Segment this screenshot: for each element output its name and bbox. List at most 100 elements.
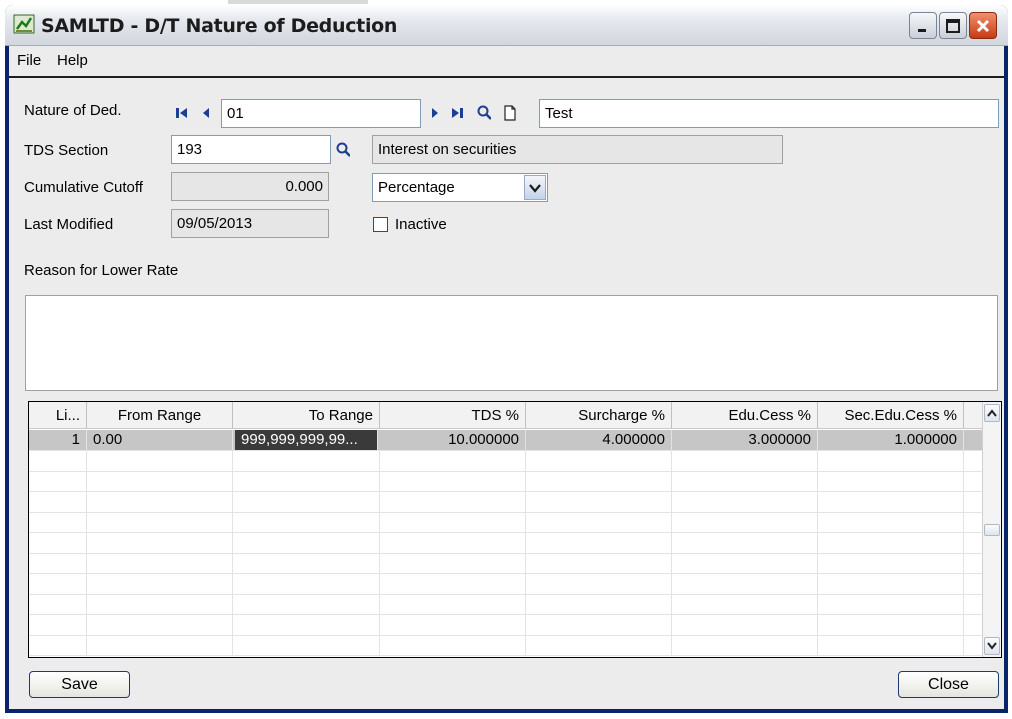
grid-column-divider (963, 573, 964, 594)
app-icon (13, 14, 35, 34)
grid-column-divider (525, 573, 526, 594)
column-header-sec-edu-cess-percent[interactable]: Sec.Edu.Cess % (818, 402, 964, 428)
cutoff-type-select[interactable]: Percentage (372, 173, 548, 202)
column-header-edu-cess-percent[interactable]: Edu.Cess % (672, 402, 818, 428)
grid-column-divider (525, 553, 526, 573)
grid-column-divider (671, 471, 672, 491)
grid-column-divider (379, 553, 380, 573)
grid-column-divider (232, 553, 233, 573)
cell-edu-cess-percent[interactable]: 3.000000 (672, 430, 818, 450)
grid-column-divider (671, 532, 672, 553)
column-header-from-range[interactable]: From Range (87, 402, 233, 428)
nature-code-input[interactable]: 01 (221, 99, 421, 128)
grid-column-divider (671, 512, 672, 532)
empty-table-row[interactable] (29, 635, 984, 656)
cumulative-cutoff-label: Cumulative Cutoff (24, 179, 143, 196)
last-record-button[interactable] (450, 105, 464, 121)
column-header-surcharge-percent[interactable]: Surcharge % (526, 402, 672, 428)
next-record-button[interactable] (428, 105, 442, 121)
grid-column-divider (963, 594, 964, 614)
grid-column-divider (86, 614, 87, 635)
grid-column-divider (817, 512, 818, 532)
cutoff-type-value: Percentage (378, 179, 455, 196)
tds-section-finder-button[interactable] (336, 142, 350, 158)
grid-column-divider (86, 491, 87, 512)
cell-line[interactable]: 1 (29, 430, 87, 450)
grid-column-divider (86, 573, 87, 594)
empty-table-row[interactable] (29, 450, 984, 472)
scroll-thumb[interactable] (984, 524, 1000, 536)
empty-table-row[interactable] (29, 471, 984, 492)
tds-section-input[interactable]: 193 (171, 135, 331, 164)
cell-tds-percent[interactable]: 10.000000 (380, 430, 526, 450)
reason-lower-rate-textarea[interactable] (25, 295, 998, 391)
grid-column-divider (86, 450, 87, 471)
table-row[interactable]: 1 0.00 999,999,999,99... 10.000000 4.000… (29, 430, 984, 451)
finder-button[interactable] (477, 105, 491, 121)
empty-table-row[interactable] (29, 594, 984, 615)
grid-column-divider (963, 553, 964, 573)
grid-column-divider (379, 532, 380, 553)
inactive-checkbox[interactable] (373, 217, 388, 232)
column-header-tds-percent[interactable]: TDS % (380, 402, 526, 428)
grid-column-divider (232, 573, 233, 594)
nature-of-deduction-label: Nature of Ded. (24, 102, 122, 119)
previous-record-button[interactable] (199, 105, 213, 121)
close-button[interactable]: Close (898, 671, 999, 698)
dropdown-arrow-button[interactable] (524, 175, 546, 200)
save-button[interactable]: Save (29, 671, 130, 698)
empty-table-row[interactable] (29, 532, 984, 554)
grid-column-divider (232, 471, 233, 491)
cell-surcharge-percent[interactable]: 4.000000 (526, 430, 672, 450)
last-modified-label: Last Modified (24, 216, 114, 233)
scroll-down-button[interactable] (984, 637, 1000, 655)
grid-vertical-scrollbar[interactable] (982, 402, 1001, 657)
column-header-to-range[interactable]: To Range (233, 402, 380, 428)
minimize-button[interactable] (909, 12, 937, 39)
grid-column-divider (525, 635, 526, 655)
grid-column-divider (379, 491, 380, 512)
grid-column-divider (232, 532, 233, 553)
grid-column-divider (86, 512, 87, 532)
grid-column-divider (817, 532, 818, 553)
grid-column-divider (817, 594, 818, 614)
grid-column-divider (379, 471, 380, 491)
scroll-down-icon (987, 642, 997, 650)
grid-column-divider (86, 594, 87, 614)
cell-sec-edu-cess-percent[interactable]: 1.000000 (818, 430, 964, 450)
finder-icon (336, 142, 350, 157)
background-window-edge (228, 0, 368, 4)
scroll-up-icon (987, 409, 997, 417)
grid-column-divider (379, 614, 380, 635)
title-bar[interactable]: SAMLTD - D/T Nature of Deduction (5, 5, 1008, 46)
scroll-up-button[interactable] (984, 404, 1000, 422)
empty-table-row[interactable] (29, 614, 984, 636)
last-modified-value: 09/05/2013 (171, 209, 329, 238)
column-header-line[interactable]: Li... (29, 402, 87, 428)
grid-column-divider (817, 635, 818, 655)
empty-table-row[interactable] (29, 512, 984, 533)
grid-column-divider (671, 594, 672, 614)
maximize-button[interactable] (939, 12, 967, 39)
menu-file[interactable]: File (17, 52, 41, 69)
menu-help[interactable]: Help (57, 52, 88, 69)
grid-column-divider (232, 594, 233, 614)
inactive-label[interactable]: Inactive (395, 216, 447, 233)
grid-column-divider (525, 512, 526, 532)
nature-description-input[interactable]: Test (539, 99, 999, 128)
empty-table-row[interactable] (29, 573, 984, 595)
new-record-button[interactable] (503, 105, 517, 121)
grid-column-divider (525, 614, 526, 635)
first-record-icon (176, 108, 187, 118)
cell-from-range[interactable]: 0.00 (87, 430, 233, 450)
close-icon (976, 19, 990, 32)
grid-column-divider (525, 594, 526, 614)
cell-to-range[interactable]: 999,999,999,99... (235, 430, 378, 450)
reason-lower-rate-label: Reason for Lower Rate (24, 262, 179, 279)
empty-table-row[interactable] (29, 491, 984, 513)
rate-grid[interactable]: Li... From Range To Range TDS % Surcharg… (28, 401, 1002, 658)
empty-table-row[interactable] (29, 553, 984, 574)
first-record-button[interactable] (175, 105, 189, 121)
close-window-button[interactable] (969, 12, 997, 39)
cumulative-cutoff-input[interactable]: 0.000 (171, 172, 329, 201)
